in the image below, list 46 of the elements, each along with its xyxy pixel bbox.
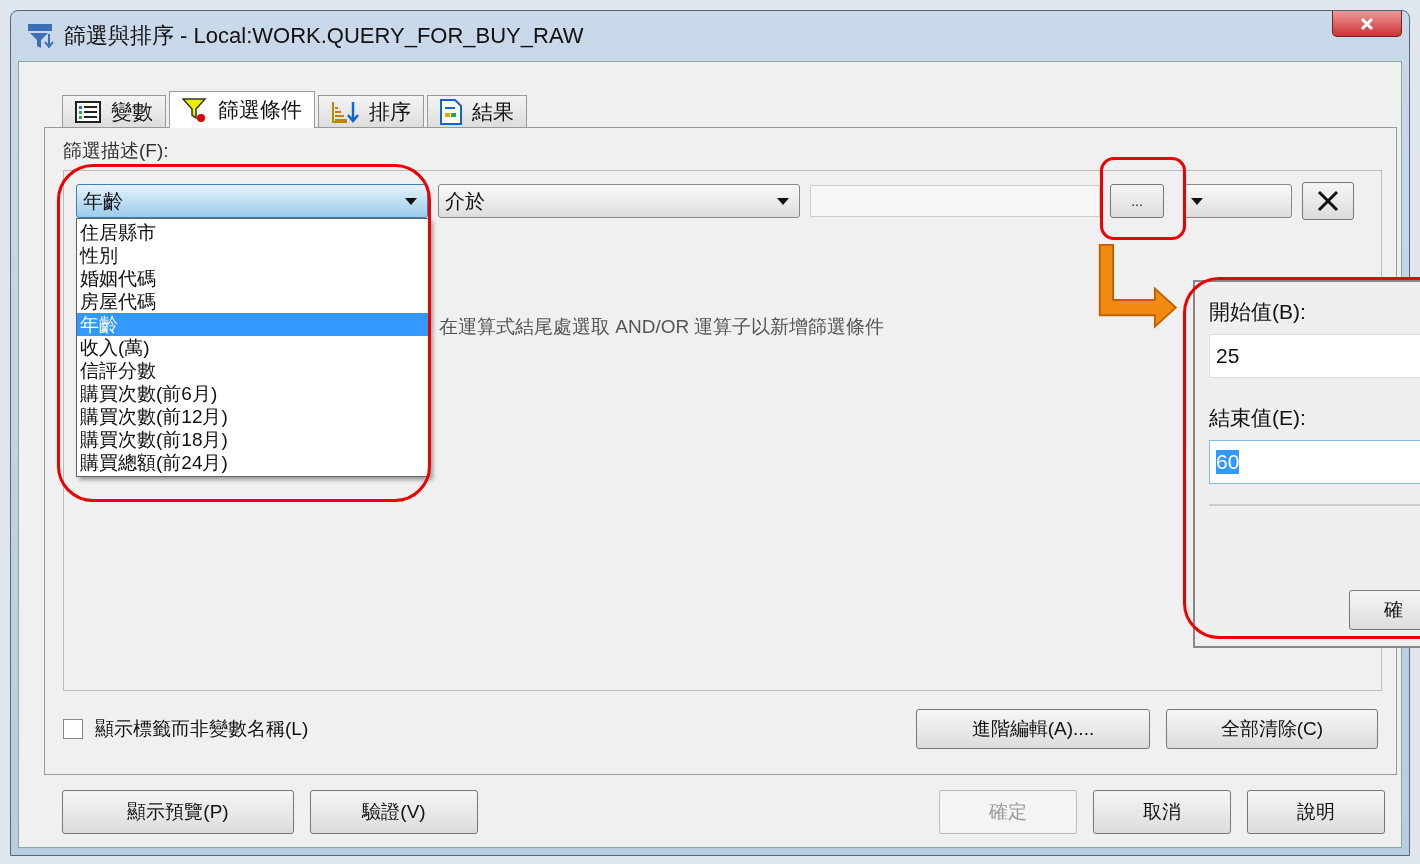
end-value-label: 結束值(E):: [1209, 405, 1307, 431]
window-title: 篩選與排序 - Local:WORK.QUERY_FOR_BUY_RAW: [64, 22, 584, 50]
variable-option[interactable]: 購買次數(前18月): [77, 428, 429, 451]
variable-option[interactable]: 收入(萬): [77, 336, 429, 359]
checkbox[interactable]: [63, 719, 83, 739]
start-value-label: 開始值(B):: [1209, 299, 1307, 325]
footer-button[interactable]: 顯示預覽(P): [62, 790, 294, 834]
footer-button[interactable]: 驗證(V): [310, 790, 478, 834]
caret-icon: [1191, 197, 1203, 205]
document-icon: [440, 98, 462, 125]
caret-icon: [405, 197, 417, 205]
value-field[interactable]: [810, 185, 1100, 217]
filter-label: 篩選描述(F):: [63, 139, 170, 162]
checkbox-label: 顯示標籤而非變數名稱(L): [95, 717, 309, 741]
ok-button[interactable]: 確: [1349, 590, 1420, 630]
hint-text: 在運算式結尾處選取 AND/OR 運算子以新增篩選條件: [439, 315, 886, 339]
start-value-field[interactable]: 25: [1209, 334, 1420, 378]
close-icon: [1360, 16, 1374, 31]
funnel-icon: [182, 97, 208, 123]
clear-all-button[interactable]: 全部清除(C): [1166, 709, 1378, 749]
delete-button[interactable]: [1302, 182, 1354, 220]
variable-option[interactable]: 信評分數: [77, 359, 429, 382]
variable-dropdown[interactable]: 年齡: [76, 184, 428, 218]
tab[interactable]: 篩選條件: [169, 91, 315, 128]
tab[interactable]: 結果: [427, 95, 527, 127]
variable-option[interactable]: 購買次數(前6月): [77, 382, 429, 405]
footer-button[interactable]: 說明: [1247, 790, 1385, 834]
advanced-edit-button[interactable]: 進階編輯(A)....: [916, 709, 1150, 749]
variable-option[interactable]: 婚姻代碼: [77, 267, 429, 290]
list-icon: [75, 100, 101, 123]
variable-option[interactable]: 房屋代碼: [77, 290, 429, 313]
caret-icon: [777, 197, 789, 205]
operator-dropdown[interactable]: 介於: [438, 184, 800, 218]
close-button[interactable]: [1332, 11, 1402, 37]
connector-dropdown[interactable]: [1184, 184, 1292, 218]
variable-option[interactable]: 性別: [77, 244, 429, 267]
browse-button[interactable]: ...: [1110, 184, 1164, 218]
close-icon: [1317, 190, 1339, 212]
sort-icon: [331, 99, 359, 124]
filter-sort-icon: [26, 22, 54, 50]
tab[interactable]: 變數: [62, 95, 166, 127]
variable-option[interactable]: 住居縣市: [77, 221, 429, 244]
variable-option[interactable]: 購買總額(前24月): [77, 451, 429, 474]
variable-option[interactable]: 購買次數(前12月): [77, 405, 429, 428]
footer-button[interactable]: 取消: [1093, 790, 1231, 834]
tab[interactable]: 排序: [318, 95, 424, 127]
